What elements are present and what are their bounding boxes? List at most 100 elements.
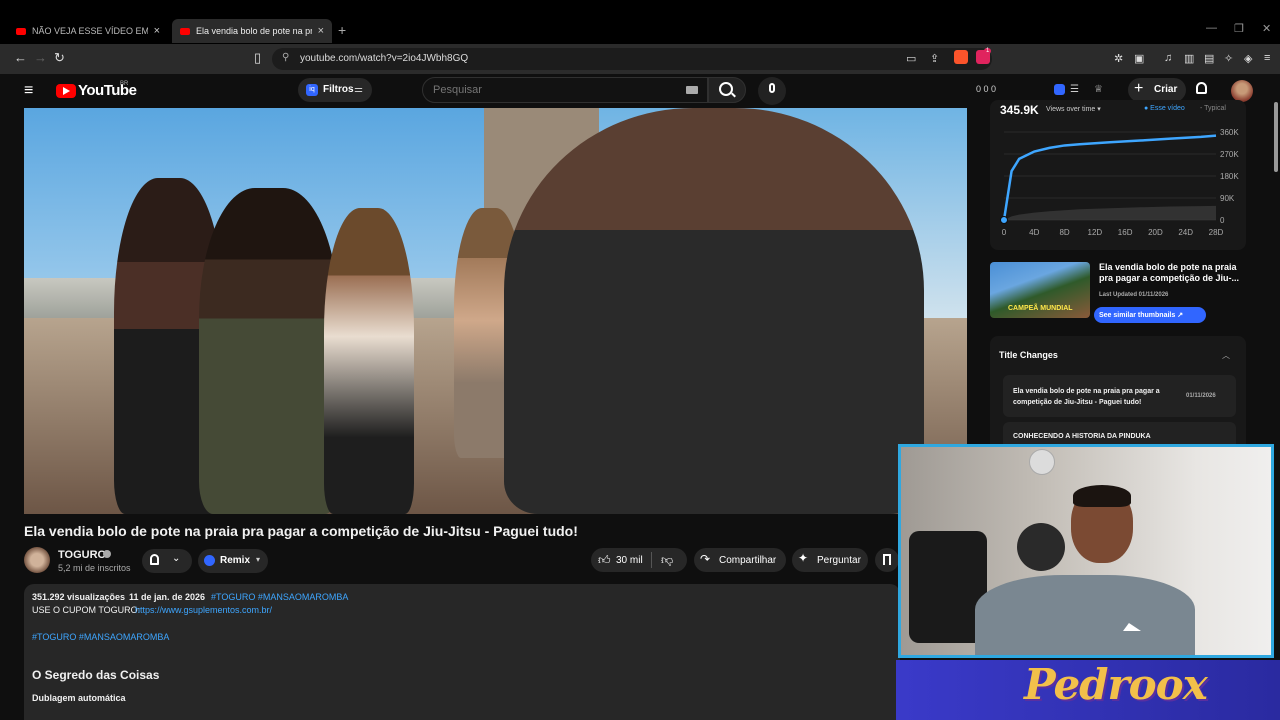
adjust-icon: ⚌ [354,84,363,95]
video-person [199,188,339,514]
chevron-up-icon[interactable]: ︿ [1222,350,1230,361]
new-tab-button[interactable]: + [338,22,346,38]
hashtags[interactable]: #TOGURO #MANSAOMAROMBA [211,592,348,602]
notifications-bell-icon[interactable] [1196,82,1207,94]
site-info-icon[interactable]: ⚲ [282,52,289,63]
browser-tab-active[interactable]: Ela vendia bolo de pote na praia × [172,19,332,43]
chart-x-tick-label: 28D [1209,228,1224,237]
trophy-icon[interactable]: ♕ [1094,84,1103,95]
cast-icon[interactable]: ▭ [906,52,916,65]
chart-point [1000,216,1008,224]
hashtags[interactable]: #TOGURO #MANSAOMAROMBA [32,632,169,642]
header-stats[interactable]: 0 0 0 [976,84,996,94]
divider [651,552,652,568]
app-menu-icon[interactable]: ≡ [1264,52,1270,64]
hamburger-menu-icon[interactable]: ≡ [24,82,33,100]
remix-label: Remix [220,555,251,566]
browser-tab[interactable]: NÃO VEJA ESSE VÍDEO EM PÚBLICO ( × [8,19,168,43]
create-label: Criar [1154,84,1178,95]
last-updated: Last Updated 01/11/2026 [1099,292,1169,298]
chart-x-tick-label: 20D [1148,228,1163,237]
ask-label: Perguntar [817,555,861,566]
chart-y-tick-label: 0 [1220,216,1225,225]
share-label: Compartilhar [719,555,777,566]
webcam-wall-fan [1029,449,1055,475]
tab-title: Ela vendia bolo de pote na praia [196,26,312,36]
legend-this-video: ● Esse vídeo [1144,105,1185,112]
restore-icon[interactable]: ❐ [1234,22,1244,35]
chart-x-tick-label: 0 [1002,228,1007,237]
bookmark-icon[interactable]: ▯ [254,50,261,66]
close-tab-icon[interactable]: × [318,25,324,37]
description-heading: O Segredo das Coisas [32,668,160,682]
legend-typical: - Typical [1200,105,1226,112]
chart-x-tick-label: 4D [1029,228,1039,237]
remix-icon [204,555,215,566]
forward-icon[interactable]: → [34,50,47,65]
subscriber-count: 5,2 mi de inscritos [58,563,131,573]
channel-avatar[interactable] [24,547,50,573]
thumbnail-caption: CAMPEÃ MUNDIAL [1008,305,1073,312]
dislike-icon[interactable]: 👎︎ [661,553,673,568]
verified-icon [103,550,111,558]
title-change-text: Ela vendia bolo de pote na praia pra pag… [1013,388,1160,406]
account-avatar[interactable] [1231,80,1253,102]
see-similar-label: See similar thumbnails ↗ [1099,312,1184,319]
url-text[interactable]: youtube.com/watch?v=2io4JWbh8GQ [300,53,468,64]
like-icon[interactable]: 👍︎ [598,553,611,568]
sidebar-icon[interactable]: ▥ [1184,52,1194,65]
chart-x-tick-label: 24D [1178,228,1193,237]
youtube-play-icon [63,87,70,95]
vpn-icon[interactable]: ◈ [1244,52,1252,65]
scrollbar-thumb[interactable] [1274,102,1278,172]
close-window-icon[interactable]: ✕ [1262,22,1271,35]
media-icon[interactable]: ♫ [1164,52,1172,64]
coupon-link[interactable]: https://www.gsuplementos.com.br/ [135,605,272,615]
leo-icon[interactable]: ✧ [1224,52,1233,65]
close-tab-icon[interactable]: × [154,25,160,37]
webcam-person-body [975,575,1195,655]
channel-name[interactable]: TOGURO [58,549,106,561]
reload-icon[interactable]: ↻ [54,50,65,66]
filters-label: Filtros [323,84,354,95]
video-person [504,108,924,514]
like-count[interactable]: 30 mil [616,555,643,566]
chart-headline: 345.9K [1000,103,1039,117]
streamer-logo-text: Pedroox [1024,660,1208,709]
wallet-icon[interactable]: ▤ [1204,52,1214,65]
chart-x-tick-label: 12D [1088,228,1103,237]
chart-y-tick-label: 270K [1220,150,1239,159]
view-count: 351.292 visualizações [32,592,126,602]
share-page-icon[interactable]: ⇪ [930,52,939,65]
chart-typical-area [1004,205,1216,220]
plus-icon: + [1134,80,1144,97]
brave-shield-icon[interactable] [954,50,968,64]
chart-metric-selector[interactable]: Views over time ▾ [1046,105,1101,113]
video-person [324,208,414,514]
video-title: Ela vendia bolo de pote na praia pra pag… [24,523,578,539]
queue-icon[interactable]: ☰ [1070,84,1079,95]
back-icon[interactable]: ← [14,50,27,65]
extension-icon[interactable]: ▣ [1134,52,1144,65]
extension-icon[interactable] [1054,84,1065,95]
tab-title: NÃO VEJA ESSE VÍDEO EM PÚBLICO ( [32,26,148,36]
microphone-icon [769,83,775,93]
bookmark-icon [883,554,891,565]
video-player[interactable] [24,108,967,514]
share-icon: ↷ [700,552,711,566]
chart-y-tick-label: 180K [1220,172,1239,181]
chart-y-tick-label: 90K [1220,194,1235,203]
sparkle-icon: ✦ [798,551,809,565]
keyboard-icon[interactable] [686,86,698,94]
views-chart: 360K 270K 180K 90K 0 0 4D 8D 12D 16D 20D 24D 28D [1000,128,1239,237]
chevron-down-icon: ⌄ [172,553,181,564]
dubbing-label: Dublagem automática [32,693,126,703]
webcam-person-hair [1073,485,1131,507]
webcam-overlay [898,444,1274,658]
extensions-icon[interactable]: ✲ [1114,52,1123,65]
chart-x-tick-label: 8D [1059,228,1069,237]
filters-ext-icon: iq [306,84,318,96]
minimize-icon[interactable]: — [1206,22,1217,34]
search-input[interactable] [422,77,708,103]
webcam-fan [1017,523,1065,571]
